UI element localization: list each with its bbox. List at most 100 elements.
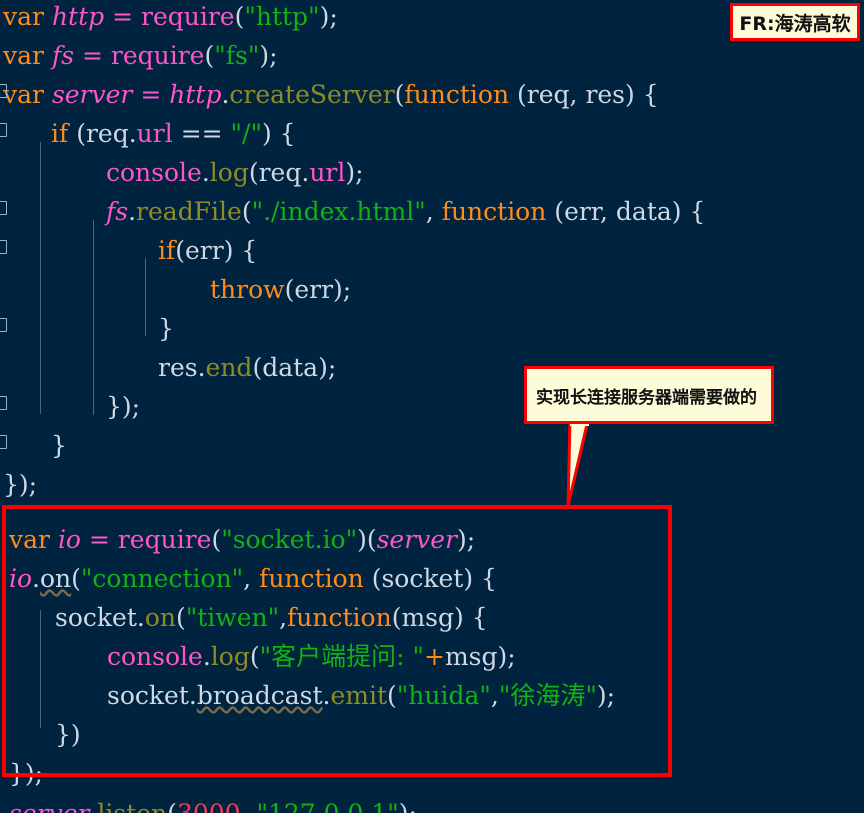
token-keyword: var bbox=[9, 525, 50, 554]
token-param: msg bbox=[444, 642, 498, 671]
token-function: createServer bbox=[229, 80, 395, 109]
code-line[interactable]: socket.on("tiwen",function(msg) { bbox=[0, 598, 864, 637]
token-keyword: var bbox=[3, 2, 44, 31]
token-comma: , bbox=[241, 799, 257, 813]
token-string: "127.0.0.1" bbox=[256, 799, 398, 813]
token-string: "tiwen" bbox=[185, 603, 280, 632]
code-editor-screenshot: var http = require("http"); var fs = req… bbox=[0, 0, 864, 813]
token-param: err bbox=[564, 197, 601, 226]
token-dot: . bbox=[128, 119, 137, 148]
code-line[interactable]: }); bbox=[0, 465, 864, 504]
token-string: "/" bbox=[230, 119, 262, 148]
token-paren: ( bbox=[249, 642, 260, 671]
token-string: "客户端提问: " bbox=[259, 642, 424, 671]
token-paren: ( bbox=[284, 275, 295, 304]
token-comma: , bbox=[425, 197, 442, 226]
token-params: ( bbox=[371, 564, 382, 593]
token-paren: ); bbox=[457, 525, 476, 554]
token-function: on bbox=[144, 603, 176, 632]
token-paren: ( bbox=[252, 353, 263, 382]
fold-marker-icon[interactable] bbox=[0, 201, 7, 215]
token-function: on bbox=[40, 564, 72, 593]
token-params: ( bbox=[391, 603, 402, 632]
token-keyword: function bbox=[404, 80, 510, 109]
token-identifier: fs bbox=[106, 197, 129, 226]
code-line[interactable]: }); bbox=[0, 754, 864, 793]
code-line[interactable]: if(err) { bbox=[0, 231, 864, 270]
code-line[interactable]: var io = require("socket.io")(server); bbox=[0, 520, 864, 559]
token-keyword: if bbox=[158, 236, 176, 265]
token-paren: ); bbox=[318, 353, 337, 382]
token-function: require bbox=[141, 2, 235, 31]
token-param: res bbox=[585, 80, 626, 109]
token-number: 3000 bbox=[177, 799, 241, 813]
token-comma: , bbox=[569, 80, 586, 109]
token-comma: , bbox=[490, 681, 499, 710]
token-object: console bbox=[106, 158, 202, 187]
token-keyword: function bbox=[259, 564, 364, 593]
token-keyword: function bbox=[287, 603, 392, 632]
code-line[interactable]: server.listen(3000, "127.0.0.1"); bbox=[0, 794, 864, 813]
code-line[interactable]: var fs = require("fs"); bbox=[0, 36, 864, 75]
token-paren: ( bbox=[204, 41, 215, 70]
code-line[interactable]: }) bbox=[0, 715, 864, 754]
token-identifier: fs bbox=[51, 41, 75, 70]
token-dot: . bbox=[136, 603, 145, 632]
code-line[interactable]: console.log(req.url); bbox=[0, 153, 864, 192]
token-paren: ); bbox=[345, 158, 364, 187]
token-brace: }); bbox=[9, 759, 44, 788]
token-params: ( bbox=[554, 197, 565, 226]
token-keyword: var bbox=[3, 80, 44, 109]
token-paren: ); bbox=[596, 681, 616, 710]
token-dot: . bbox=[202, 642, 211, 671]
token-property: url bbox=[136, 119, 173, 148]
token-identifier: http bbox=[51, 2, 105, 31]
token-dot: . bbox=[128, 197, 137, 226]
token-paren: ( bbox=[234, 2, 245, 31]
token-function: require bbox=[110, 41, 205, 70]
token-identifier: io bbox=[57, 525, 81, 554]
token-paren: ( bbox=[211, 525, 222, 554]
token-paren: ( bbox=[248, 158, 259, 187]
token-param: socket bbox=[55, 603, 137, 632]
token-paren: ); bbox=[399, 799, 417, 813]
token-param: socket bbox=[381, 564, 464, 593]
token-dot: . bbox=[201, 158, 210, 187]
token-param: req bbox=[258, 158, 302, 187]
token-identifier: http bbox=[169, 80, 222, 109]
fold-marker-icon[interactable] bbox=[0, 84, 7, 98]
token-paren: ( bbox=[71, 564, 81, 593]
token-paren: ( bbox=[167, 799, 177, 813]
token-string: "徐海涛" bbox=[498, 681, 597, 710]
token-paren: ); bbox=[333, 275, 352, 304]
fold-marker-icon[interactable] bbox=[0, 396, 7, 410]
token-operator: = bbox=[88, 525, 110, 554]
token-paren: ); bbox=[497, 642, 516, 671]
fold-marker-icon[interactable] bbox=[0, 240, 7, 254]
code-line[interactable]: if (req.url == "/") { bbox=[0, 114, 864, 153]
token-operator: == bbox=[180, 119, 223, 148]
indent-guide bbox=[40, 142, 41, 414]
token-keyword: var bbox=[3, 41, 44, 70]
fold-marker-icon[interactable] bbox=[0, 123, 7, 137]
token-brace: } bbox=[158, 314, 174, 343]
watermark-text: FR:海涛高软 bbox=[739, 12, 851, 35]
code-line[interactable]: } bbox=[0, 426, 864, 465]
code-line[interactable]: } bbox=[0, 309, 864, 348]
token-dot: . bbox=[188, 681, 197, 710]
code-line[interactable]: throw(err); bbox=[0, 270, 864, 309]
token-param: socket bbox=[107, 681, 189, 710]
fold-marker-icon[interactable] bbox=[0, 435, 7, 449]
token-paren: ( bbox=[387, 681, 397, 710]
token-paren: ( bbox=[76, 119, 86, 148]
code-line[interactable]: var server = http.createServer(function … bbox=[0, 75, 864, 114]
code-line[interactable]: io.on("connection", function (socket) { bbox=[0, 559, 864, 598]
token-identifier: server bbox=[9, 799, 89, 813]
code-line[interactable]: console.log("客户端提问: "+msg); bbox=[0, 637, 864, 676]
token-brace: }); bbox=[3, 470, 38, 499]
fold-marker-icon[interactable] bbox=[0, 318, 7, 332]
code-line[interactable]: fs.readFile("./index.html", function (er… bbox=[0, 192, 864, 231]
code-line[interactable]: socket.broadcast.emit("huida","徐海涛"); bbox=[0, 676, 864, 715]
token-brace: }) bbox=[55, 720, 81, 749]
token-params: ) { bbox=[454, 603, 488, 632]
